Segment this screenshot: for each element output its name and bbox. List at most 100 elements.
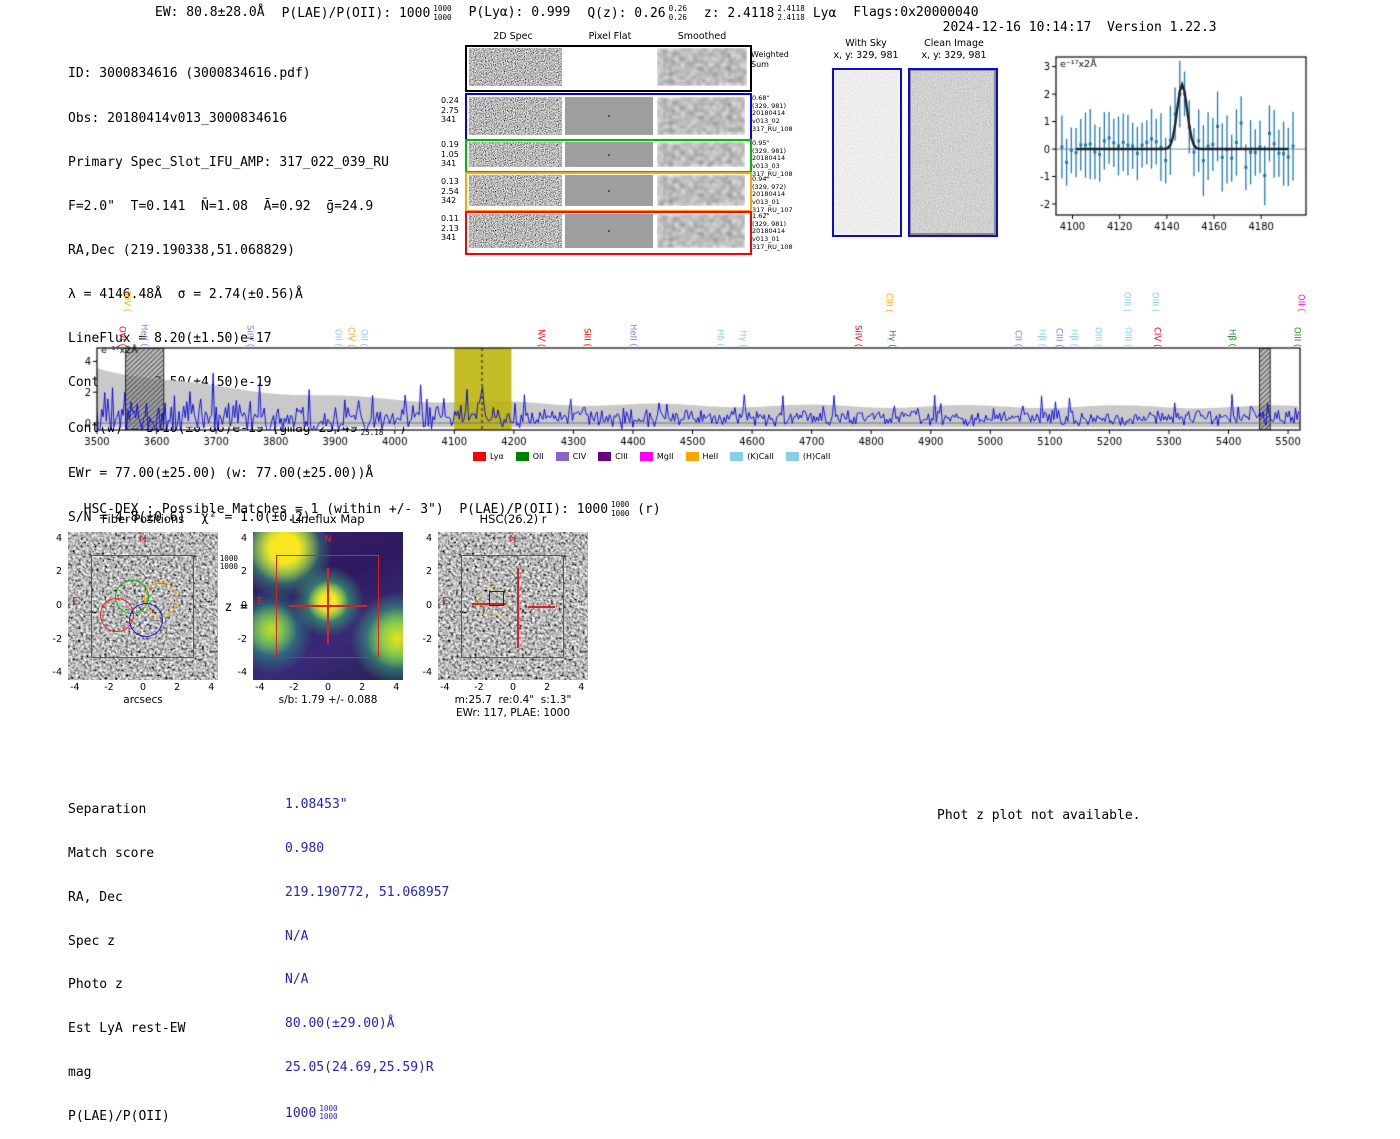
fiber-row-3-2dspec xyxy=(469,175,562,206)
z-range-frac: 2.4118 2.4118 xyxy=(777,4,805,22)
match-value: 80.00(±29.00)Å xyxy=(285,1016,395,1032)
column-header-2dspec: 2D Spec xyxy=(493,31,533,42)
hsc-caption: m:25.7 re:0.4" s:1.3" xyxy=(454,694,572,706)
fiber-row-3-annotation: 0.94" (329, 972) 20180414 v013_01 317_RU_107 xyxy=(752,175,793,214)
legend-item: (H)CaII xyxy=(785,452,831,461)
crosshair-horizontal-right xyxy=(528,606,555,608)
cutout-ytick: 2 xyxy=(240,566,247,578)
fiber-row-4-smoothed xyxy=(657,214,745,248)
fiber-row-4-2dspec xyxy=(469,214,562,248)
match-label: mag xyxy=(68,1064,92,1080)
cutout-ytick: -2 xyxy=(52,633,62,645)
lineflux-map-title: Lineflux Map xyxy=(291,512,365,526)
header-plya: P(Lyα): 0.999 xyxy=(468,5,571,20)
match-label: Spec z xyxy=(68,933,115,949)
cutout-ytick: -4 xyxy=(237,667,247,679)
cutout-xtick: 2 xyxy=(359,682,366,693)
legend-label: (H)CaII xyxy=(802,452,831,461)
legend-swatch xyxy=(515,452,529,461)
cutout-ytick: 4 xyxy=(55,532,62,544)
info-obs: Obs: 20180414v013_3000834616 xyxy=(68,110,288,126)
header-plae: P(LAE)/P(OII): 1000 1000 1000 xyxy=(281,4,452,22)
match-value: 1000 1000 1000 xyxy=(285,1103,338,1122)
weighted-sum-label: Weighted Sum xyxy=(751,50,789,69)
match-value: 1.08453" xyxy=(285,797,348,813)
column-header-pixelflat: Pixel Flat xyxy=(588,31,632,42)
qz-range-frac: 0.26 0.26 xyxy=(668,4,687,22)
2dspec-weighted-image xyxy=(469,48,562,86)
header-stats: EW: 80.8±28.0Å P(LAE)/P(OII): 1000 1000 10… xyxy=(155,4,979,22)
fiber-row-1-smoothed xyxy=(657,97,745,135)
cutout-ytick: 4 xyxy=(240,532,247,544)
match-value: 219.190772, 51.068957 xyxy=(285,884,450,900)
emission-line-label: CIII ( xyxy=(883,292,894,312)
fiber-row-2-annotation: 0.95" (329, 981) 20180414 v013_03 317_RU_108 xyxy=(752,139,793,178)
legend-swatch xyxy=(555,452,569,461)
hsc-plae-frac: 1000 1000 xyxy=(611,500,630,518)
fiber-positions-caption: arcsecs xyxy=(123,694,163,706)
hsc-image-panel: N E xyxy=(438,532,588,680)
cutout-xtick: 2 xyxy=(174,682,181,693)
line-fit-plot-canvas xyxy=(1040,45,1310,235)
cutout-xtick: 2 xyxy=(544,682,551,693)
cleanimage-title: Clean Image xyxy=(924,38,984,49)
cleanimage-coords: x, y: 329, 981 xyxy=(921,50,987,61)
info-fiber-stats: F=2.0" T=0.141 N̄=1.08 Ā=0.92 ḡ=24.9 xyxy=(68,198,374,214)
smoothed-weighted-image xyxy=(657,48,747,86)
info-radec: RA,Dec (219.190338,51.068829) xyxy=(68,242,295,258)
legend-item: CIV xyxy=(555,452,587,461)
spectrum-plot-canvas xyxy=(85,340,1310,455)
crosshair-vertical xyxy=(517,568,519,648)
cutout-ytick: 2 xyxy=(55,566,62,578)
cutout-xtick: -2 xyxy=(104,682,114,693)
plae-ratio-frac: 1000 1000 xyxy=(433,4,452,22)
info-ewr: EWr = 77.00(±25.00) (w: 77.00(±25.00))Å xyxy=(68,465,374,481)
withsky-image xyxy=(835,71,898,233)
emission-line-label: SiIV ( xyxy=(121,289,132,312)
fiber-row-2-pixelflat xyxy=(565,142,653,167)
cutout-xtick: 4 xyxy=(208,682,215,693)
emission-line-label: OII ( xyxy=(1295,294,1306,312)
legend-label: OII xyxy=(532,452,544,461)
fiber-row-3-smoothed xyxy=(657,175,745,206)
cutout-ytick: 2 xyxy=(425,566,432,578)
match-label: RA, Dec xyxy=(68,889,123,905)
cleanimage xyxy=(911,71,994,233)
north-label: N xyxy=(139,534,147,545)
header-timestamp: 2024-12-16 10:14:17 xyxy=(942,20,1092,35)
fiber-row-2-weights: 0.19 1.05 341 xyxy=(441,140,459,169)
hsc-image-title: HSC(26.2) r xyxy=(479,512,547,526)
lineflux-caption: s/b: 1.79 +/- 0.088 xyxy=(278,694,378,706)
spectrum-legend: Lyα OII CIV CIII MgII HeII (K)CaII (H)CaII xyxy=(473,446,842,465)
cutout-xtick: -4 xyxy=(255,682,265,693)
match-label: Photo z xyxy=(68,977,123,993)
match-value: 25.05(24.69,25.59)R xyxy=(285,1059,434,1075)
cutout-xtick: -4 xyxy=(70,682,80,693)
north-label: N xyxy=(324,534,332,545)
east-label: E xyxy=(257,596,264,607)
legend-label: Lyα xyxy=(490,452,504,461)
legend-item: Lyα xyxy=(473,452,504,461)
header-version: Version 1.22.3 xyxy=(1107,20,1217,35)
match-label: Separation xyxy=(68,802,147,818)
header-z: z: 2.4118 2.4118 2.4118 Lyα xyxy=(703,4,837,22)
match-label: Match score xyxy=(68,845,155,861)
fiber-row-1-pixelflat xyxy=(565,97,653,135)
cutout-xtick: -2 xyxy=(474,682,484,693)
fiber-circle-blue xyxy=(129,603,163,637)
header-line-type: Lyα xyxy=(812,6,837,21)
catalog-object-box xyxy=(489,591,504,606)
crosshair-horizontal xyxy=(289,605,367,607)
cutout-xtick: 0 xyxy=(324,682,332,693)
fiber-row-2-2dspec xyxy=(469,142,562,167)
legend-swatch xyxy=(685,452,699,461)
cutout-ytick: 0 xyxy=(425,600,432,611)
fiber-row-2-smoothed xyxy=(657,142,745,167)
cutout-ytick: 4 xyxy=(425,532,432,544)
cutout-xtick: 0 xyxy=(509,682,517,693)
legend-label: CIII xyxy=(615,452,628,461)
legend-label: CIV xyxy=(572,452,587,461)
header-meta: 2024-12-16 10:14:17 Version 1.22.3 xyxy=(927,5,1217,35)
cutout-xtick: 4 xyxy=(578,682,585,693)
lineflux-map-panel: N E xyxy=(253,532,403,680)
